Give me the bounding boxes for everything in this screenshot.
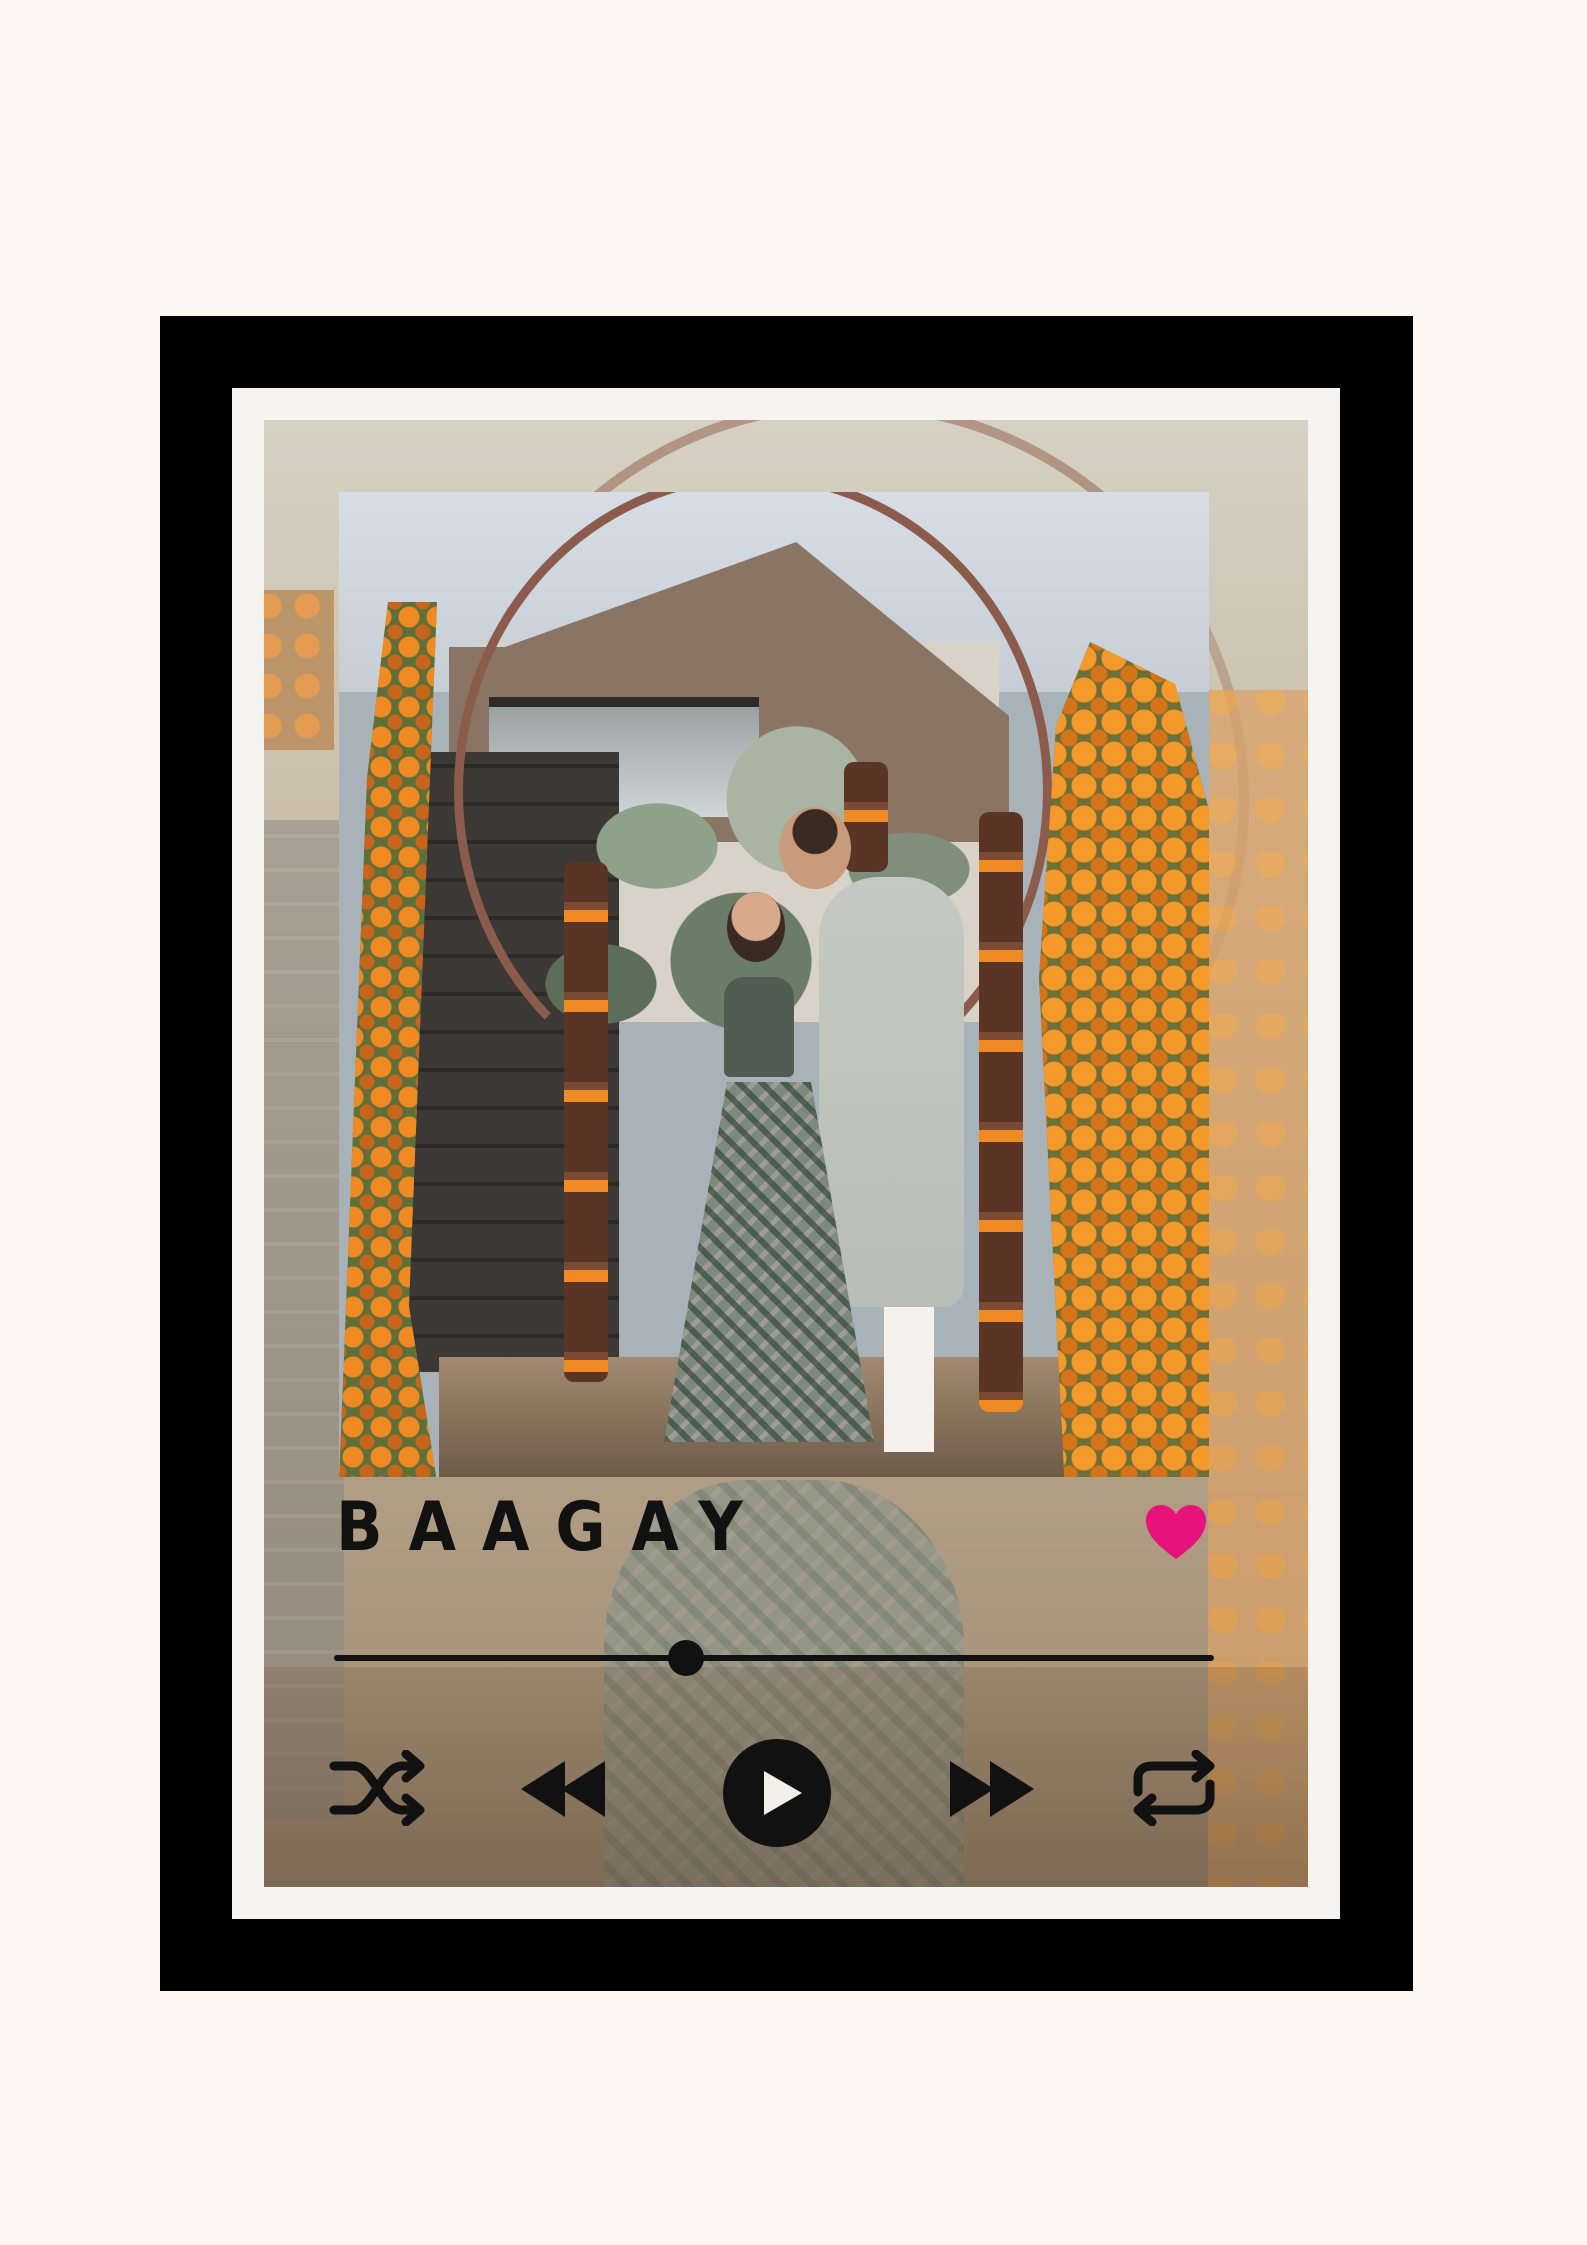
progress-track[interactable] bbox=[334, 1655, 1214, 1661]
photo-man-head bbox=[779, 807, 851, 889]
frame-mat: BAAGAY bbox=[232, 388, 1340, 1919]
photo-woman-head bbox=[727, 892, 785, 962]
previous-icon[interactable] bbox=[517, 1757, 609, 1821]
photo-woman-top bbox=[724, 977, 794, 1077]
photo-pillar-left bbox=[564, 862, 608, 1382]
photo-pillar-right bbox=[979, 812, 1023, 1412]
photo-pillar-back bbox=[844, 762, 888, 872]
album-cover-photo bbox=[339, 492, 1209, 1477]
music-player-poster: BAAGAY bbox=[264, 420, 1308, 1887]
photo-man bbox=[819, 877, 964, 1307]
song-title: BAAGAY bbox=[336, 1488, 769, 1567]
heart-icon[interactable] bbox=[1144, 1503, 1208, 1561]
repeat-icon[interactable] bbox=[1128, 1750, 1220, 1826]
picture-frame: BAAGAY bbox=[160, 316, 1413, 1991]
progress-bar[interactable] bbox=[334, 1638, 1214, 1678]
next-icon[interactable] bbox=[946, 1757, 1038, 1821]
photo-flowers-right bbox=[1039, 642, 1209, 1477]
background-flowers-left bbox=[264, 590, 334, 750]
play-button[interactable] bbox=[722, 1738, 832, 1848]
shuffle-icon[interactable] bbox=[328, 1750, 428, 1826]
progress-knob[interactable] bbox=[668, 1640, 704, 1676]
